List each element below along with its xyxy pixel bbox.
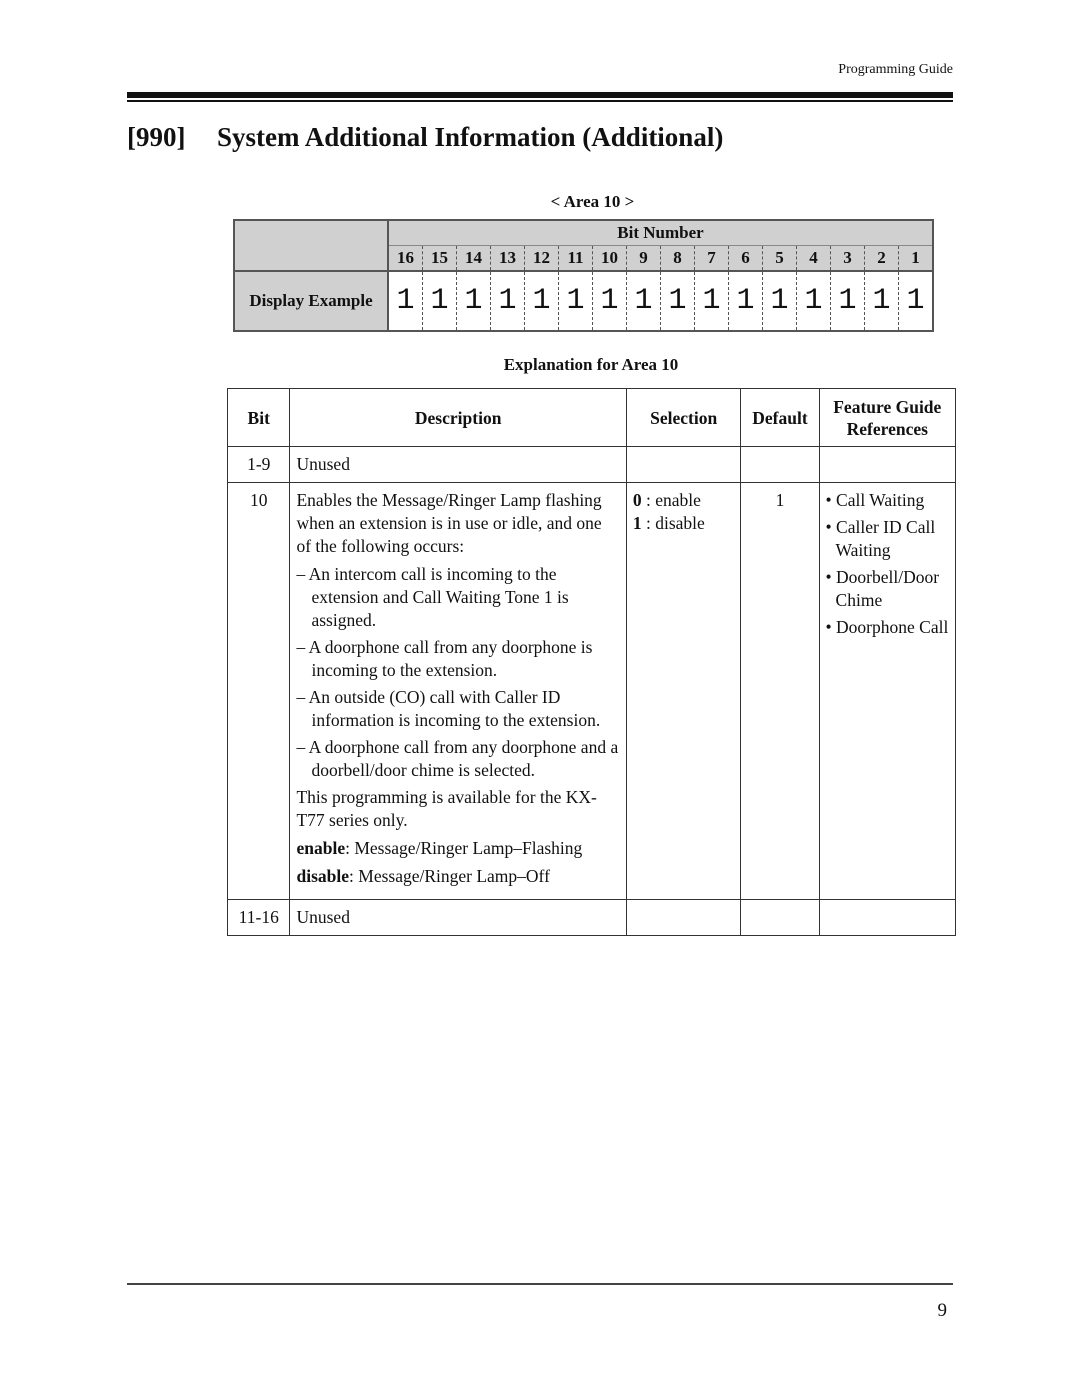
bit-number-cell: 11 <box>558 245 593 271</box>
row-default: 1 <box>740 482 820 900</box>
page-title: [990] System Additional Information (Addi… <box>127 122 723 153</box>
bit-number-cell: 16 <box>388 245 423 271</box>
running-header: Programming Guide <box>838 62 953 77</box>
section-title: System Additional Information (Additiona… <box>217 122 724 152</box>
area-label: < Area 10 > <box>550 192 635 211</box>
bit-number-cell: 15 <box>422 245 457 271</box>
explanation-label: Explanation for Area 10 <box>503 355 679 374</box>
bit-number-cell: 3 <box>830 245 865 271</box>
availability-note: This programming is available for the KX… <box>296 787 597 830</box>
header-rule <box>127 92 953 98</box>
bit-number-cell: 1 <box>898 245 933 271</box>
disable-meaning: disable: Message/Ringer Lamp–Off <box>296 865 619 888</box>
display-value-cell: 1 <box>796 270 831 331</box>
display-value-cell: 1 <box>490 270 525 331</box>
row-bit: 11-16 <box>226 899 291 936</box>
col-default: Default <box>740 388 820 447</box>
display-value-cell: 1 <box>898 270 933 331</box>
selection-text: : disable <box>641 513 705 533</box>
selection-text: : enable <box>641 490 701 510</box>
display-example-row: Display Example 1111111111111111 <box>234 270 933 331</box>
col-references: Feature Guide References <box>818 388 957 447</box>
display-value-cell: 1 <box>830 270 865 331</box>
row-description: Unused <box>289 446 627 483</box>
bit-number-header: Bit Number <box>388 220 933 246</box>
table-row: 11-16 Unused <box>226 899 957 936</box>
row-selection <box>625 446 742 483</box>
col-bit: Bit <box>226 388 291 447</box>
selection-option: 1 : disable <box>633 512 735 535</box>
row-selection <box>625 899 742 936</box>
bit-number-cell: 5 <box>762 245 797 271</box>
enable-meaning: enable: Message/Ringer Lamp–Flashing <box>296 837 619 860</box>
row-description: Unused <box>289 899 627 936</box>
explanation-table: Bit Description Selection Default Featur… <box>226 388 957 936</box>
reference-item: • Doorbell/Door Chime <box>825 567 940 610</box>
row-references <box>818 899 957 936</box>
condition-item: – A doorphone call from any doorphone is… <box>296 637 593 680</box>
bit-number-cell: 6 <box>728 245 763 271</box>
selection-option: 0 : enable <box>633 489 735 512</box>
bit-number-cell: 10 <box>592 245 627 271</box>
bit-number-cell: 4 <box>796 245 831 271</box>
display-example-label: Display Example <box>234 270 389 331</box>
bit-table-corner <box>234 220 389 271</box>
display-value-cell: 1 <box>524 270 559 331</box>
header-rule-thin <box>127 100 953 102</box>
display-value-cell: 1 <box>694 270 729 331</box>
display-value-cell: 1 <box>422 270 457 331</box>
page-number: 9 <box>937 1300 948 1321</box>
display-value-cell: 1 <box>626 270 661 331</box>
table-header-row: Bit Description Selection Default Featur… <box>226 388 957 447</box>
enable-text: : Message/Ringer Lamp–Flashing <box>345 838 583 858</box>
display-value-cell: 1 <box>762 270 797 331</box>
reference-item: • Caller ID Call Waiting <box>825 517 936 560</box>
bit-number-cell: 7 <box>694 245 729 271</box>
table-row: 1-9 Unused <box>226 446 957 483</box>
display-value-cell: 1 <box>728 270 763 331</box>
description-intro: Enables the Message/Ringer Lamp flashing… <box>296 490 602 556</box>
row-bit: 1-9 <box>226 446 291 483</box>
display-value-cell: 1 <box>558 270 593 331</box>
display-value-cell: 1 <box>660 270 695 331</box>
bit-number-cell: 2 <box>864 245 899 271</box>
bit-number-cell: 14 <box>456 245 491 271</box>
disable-text: : Message/Ringer Lamp–Off <box>349 866 550 886</box>
row-selection: 0 : enable 1 : disable <box>625 482 742 900</box>
row-default <box>740 446 820 483</box>
display-value-cell: 1 <box>592 270 627 331</box>
reference-item: • Doorphone Call <box>825 617 949 637</box>
bit-number-cell: 9 <box>626 245 661 271</box>
display-value-cell: 1 <box>388 270 423 331</box>
bit-table: Bit Number 16 15 14 13 12 11 10 9 8 7 6 5 4 3 2 1 Displ… <box>233 219 934 332</box>
footer-rule <box>127 1283 953 1285</box>
row-default <box>740 899 820 936</box>
display-value-cell: 1 <box>864 270 899 331</box>
selection-value: 0 <box>632 490 642 510</box>
display-value-cell: 1 <box>456 270 491 331</box>
row-references: • Call Waiting • Caller ID Call Waiting … <box>818 482 957 900</box>
disable-term: disable <box>296 866 350 886</box>
col-selection: Selection <box>625 388 742 447</box>
row-description: Enables the Message/Ringer Lamp flashing… <box>289 482 627 900</box>
row-references <box>818 446 957 483</box>
row-bit: 10 <box>226 482 291 900</box>
bit-number-cell: 8 <box>660 245 695 271</box>
bit-number-cell: 12 <box>524 245 559 271</box>
condition-item: – An intercom call is incoming to the ex… <box>296 564 569 630</box>
condition-item: – An outside (CO) call with Caller ID in… <box>296 687 601 730</box>
condition-item: – A doorphone call from any doorphone an… <box>296 737 619 780</box>
section-number: [990] <box>127 122 186 152</box>
enable-term: enable <box>296 838 346 858</box>
selection-value: 1 <box>632 513 642 533</box>
bit-number-cell: 13 <box>490 245 525 271</box>
table-row: 10 Enables the Message/Ringer Lamp flash… <box>226 482 957 900</box>
reference-item: • Call Waiting <box>825 490 925 510</box>
col-description: Description <box>289 388 627 447</box>
